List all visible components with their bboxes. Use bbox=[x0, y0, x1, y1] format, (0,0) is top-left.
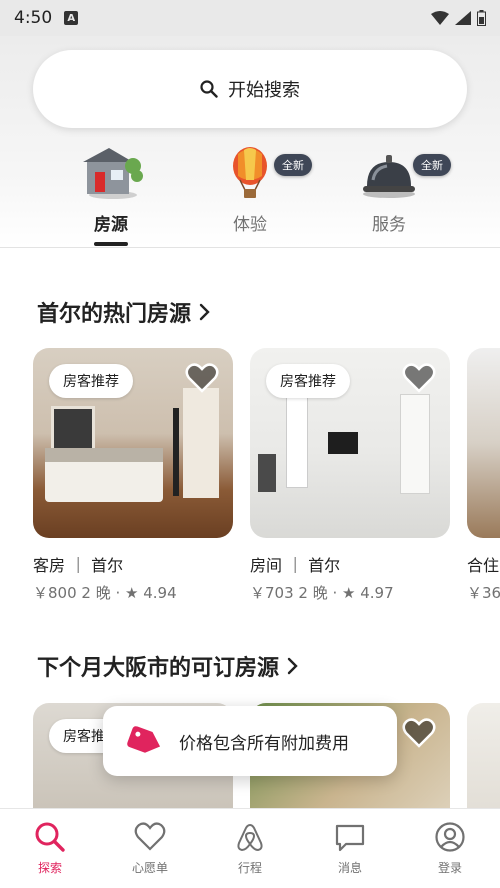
explore-header: 开始搜索 房源 全新 体验 全新 服务 bbox=[0, 36, 500, 248]
listing-title: 合住 bbox=[467, 556, 500, 575]
new-badge-experiences: 全新 bbox=[274, 154, 312, 176]
nav-label-trips: 行程 bbox=[237, 861, 262, 875]
nav-explore[interactable]: 探索 bbox=[0, 809, 100, 888]
heart-icon[interactable] bbox=[402, 717, 436, 749]
search-label: 开始搜索 bbox=[228, 80, 300, 101]
category-tab-homes[interactable]: 房源 bbox=[51, 146, 171, 246]
listing-title: 房间 ｜ 首尔 bbox=[250, 556, 341, 575]
notification-a-icon: A bbox=[64, 11, 79, 25]
listing-card[interactable]: 房客推荐 客房 ｜ 首尔 ￥800 2 晚 · ★ 4.94 bbox=[33, 348, 233, 603]
listing-photo[interactable]: 房客推荐 bbox=[33, 348, 233, 538]
guest-favorite-badge: 房客推荐 bbox=[49, 364, 133, 398]
chevron-right-icon bbox=[199, 303, 210, 321]
section-title-osaka-text: 下个月大阪市的可订房源 bbox=[37, 656, 280, 681]
nav-messages[interactable]: 消息 bbox=[300, 809, 400, 888]
profile-icon bbox=[435, 822, 465, 852]
wifi-icon bbox=[431, 11, 449, 25]
listing-card-partial[interactable]: 合住 ￥36 bbox=[467, 348, 500, 603]
category-label-homes: 房源 bbox=[94, 215, 128, 235]
house-icon bbox=[79, 146, 143, 200]
nav-label-login: 登录 bbox=[437, 861, 462, 875]
chevron-right-icon bbox=[287, 657, 298, 675]
bottom-navigation: 探索 心愿单 行程 消息 登录 bbox=[0, 808, 500, 888]
listing-photo[interactable]: 房客推荐 bbox=[250, 348, 450, 538]
listing-price-rating: ￥36 bbox=[467, 584, 500, 602]
airbnb-logo-icon bbox=[237, 823, 263, 852]
heart-outline-icon bbox=[134, 822, 166, 851]
guest-favorite-badge: 房客推荐 bbox=[266, 364, 350, 398]
heart-icon[interactable] bbox=[185, 362, 219, 394]
service-bell-icon bbox=[357, 146, 421, 200]
nav-login[interactable]: 登录 bbox=[400, 809, 500, 888]
status-icons bbox=[431, 10, 486, 26]
search-icon bbox=[35, 822, 65, 852]
status-bar: 4:50 A bbox=[0, 0, 500, 36]
listing-photo[interactable] bbox=[467, 703, 500, 808]
heart-icon[interactable] bbox=[402, 362, 436, 394]
hot-air-balloon-icon bbox=[218, 146, 282, 200]
new-badge-services: 全新 bbox=[413, 154, 451, 176]
price-tag-icon bbox=[127, 726, 161, 753]
active-tab-indicator bbox=[94, 242, 128, 246]
listing-card-partial[interactable] bbox=[467, 703, 500, 808]
search-bar[interactable]: 开始搜索 bbox=[33, 50, 467, 128]
search-icon bbox=[200, 80, 218, 98]
nav-wishlist[interactable]: 心愿单 bbox=[100, 809, 200, 888]
listing-card[interactable]: 房客推荐 房间 ｜ 首尔 ￥703 2 晚 · ★ 4.97 bbox=[250, 348, 450, 603]
category-tab-services[interactable]: 全新 服务 bbox=[329, 146, 451, 246]
toast-message: 价格包含所有附加费用 bbox=[179, 733, 349, 754]
section-title-seoul-text: 首尔的热门房源 bbox=[37, 302, 192, 327]
price-info-toast: 价格包含所有附加费用 bbox=[103, 706, 397, 776]
category-tab-experiences[interactable]: 全新 体验 bbox=[190, 146, 312, 246]
category-label-experiences: 体验 bbox=[233, 215, 267, 235]
listing-price-rating: ￥800 2 晚 · ★ 4.94 bbox=[33, 584, 177, 602]
section-title-seoul[interactable]: 首尔的热门房源 bbox=[37, 296, 211, 328]
section-title-osaka[interactable]: 下个月大阪市的可订房源 bbox=[37, 650, 299, 682]
nav-trips[interactable]: 行程 bbox=[200, 809, 300, 888]
listing-price-rating: ￥703 2 晚 · ★ 4.97 bbox=[250, 584, 394, 602]
nav-label-explore: 探索 bbox=[37, 861, 62, 875]
nav-label-wishlist: 心愿单 bbox=[131, 861, 168, 875]
listing-photo[interactable] bbox=[467, 348, 500, 538]
battery-icon bbox=[477, 10, 486, 26]
status-time: 4:50 bbox=[14, 8, 53, 28]
message-icon bbox=[335, 824, 365, 852]
listing-title: 客房 ｜ 首尔 bbox=[33, 556, 124, 575]
nav-label-messages: 消息 bbox=[337, 861, 362, 875]
category-label-services: 服务 bbox=[372, 215, 406, 235]
signal-icon bbox=[455, 11, 471, 25]
